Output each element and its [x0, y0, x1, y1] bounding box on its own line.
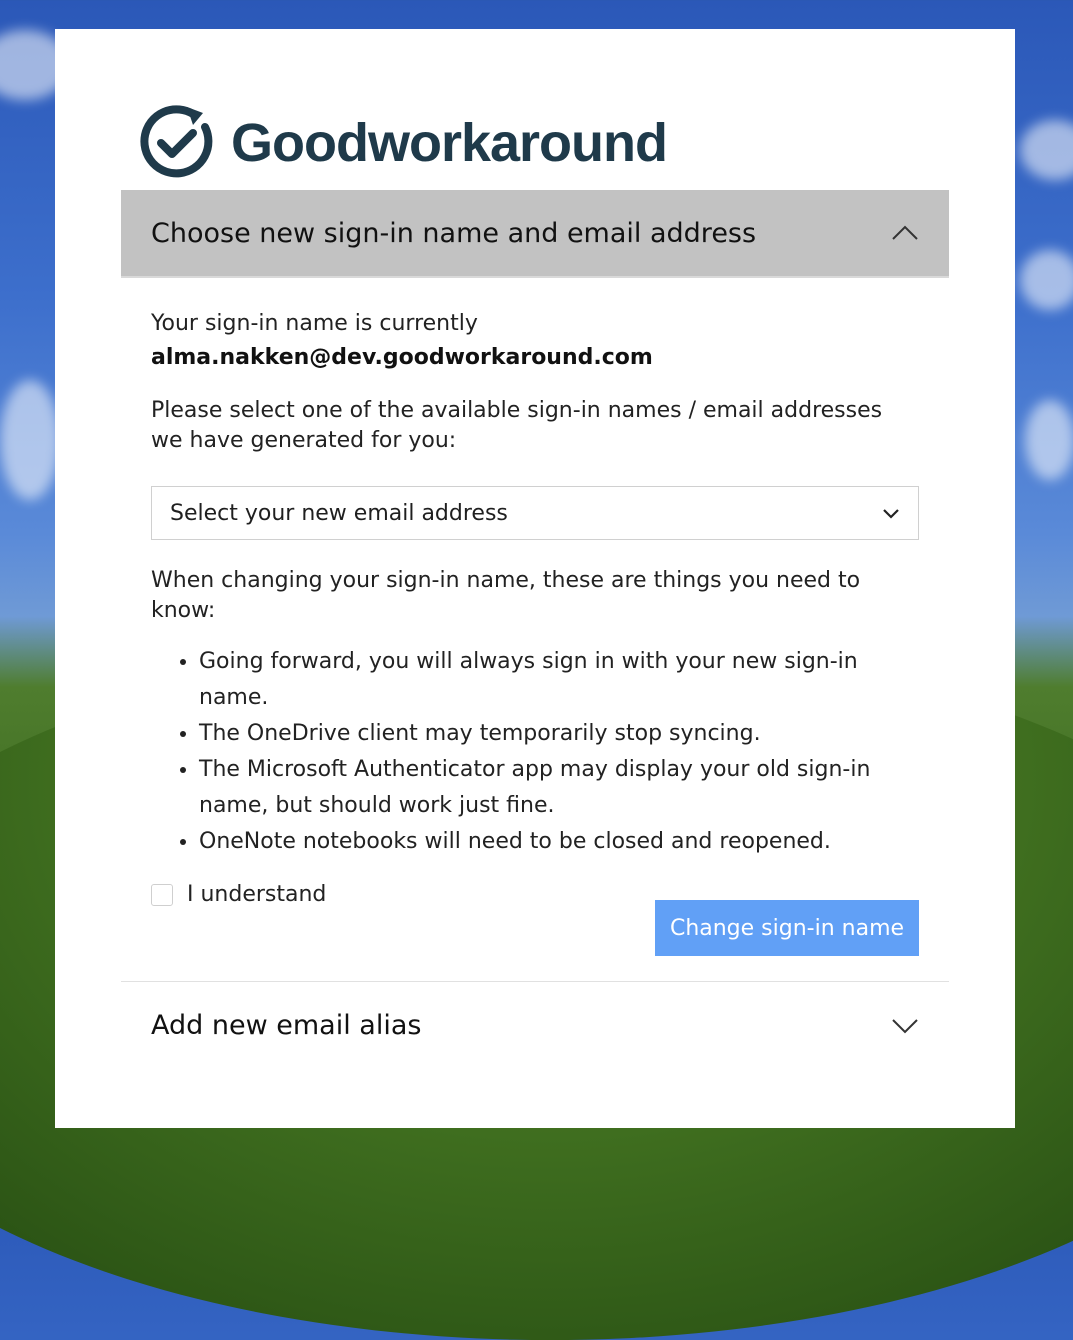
list-item: Going forward, you will always sign in w… — [199, 644, 919, 716]
current-signin-value: alma.nakken@dev.goodworkaround.com — [151, 345, 653, 370]
understand-checkbox[interactable] — [151, 883, 173, 906]
section-header-add-alias[interactable]: Add new email alias — [121, 981, 949, 1069]
things-to-know-intro: When changing your sign-in name, these a… — [151, 568, 861, 623]
list-item: OneNote notebooks will need to be closed… — [199, 824, 919, 860]
understand-checkbox-label[interactable]: I understand — [187, 882, 326, 907]
things-to-know-list: Going forward, you will always sign in w… — [151, 644, 919, 860]
change-signin-button[interactable]: Change sign-in name — [655, 900, 919, 956]
new-email-select[interactable]: Select your new email address — [151, 486, 919, 540]
section-title-add-alias: Add new email alias — [151, 1010, 422, 1041]
selection-instruction: Please select one of the available sign-… — [151, 398, 883, 453]
change-signin-panel: Your sign-in name is currently alma.nakk… — [151, 309, 919, 907]
list-item: The Microsoft Authenticator app may disp… — [199, 752, 919, 824]
chevron-up-icon[interactable] — [891, 219, 919, 247]
brand-logo: Goodworkaround — [135, 105, 668, 181]
check-circle-arrow-icon — [135, 105, 219, 181]
list-item: The OneDrive client may temporarily stop… — [199, 716, 919, 752]
chevron-down-icon — [882, 501, 900, 526]
signin-name-card: Goodworkaround Choose new sign-in name a… — [55, 29, 1015, 1128]
brand-name: Goodworkaround — [231, 113, 668, 173]
new-email-select-value: Select your new email address — [170, 500, 508, 526]
section-header-change-signin[interactable]: Choose new sign-in name and email addres… — [121, 190, 949, 278]
current-signin-label: Your sign-in name is currently — [151, 311, 478, 336]
section-title-change-signin: Choose new sign-in name and email addres… — [151, 217, 757, 249]
chevron-down-icon[interactable] — [891, 1012, 919, 1040]
